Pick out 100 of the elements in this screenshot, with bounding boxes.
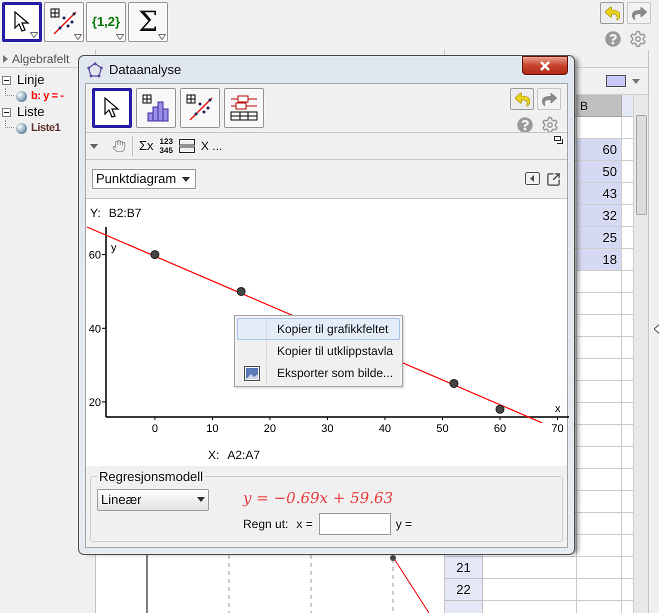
- tool-button[interactable]: [180, 88, 220, 128]
- spreadsheet-cell[interactable]: [577, 359, 622, 381]
- tree-object[interactable]: Liste1: [31, 120, 60, 136]
- spreadsheet-cell[interactable]: [622, 359, 633, 381]
- data-point: [495, 404, 504, 414]
- spreadsheet-cell[interactable]: [577, 579, 622, 601]
- spreadsheet-cell[interactable]: [622, 293, 633, 315]
- redo-button[interactable]: [627, 2, 651, 24]
- spreadsheet-cell[interactable]: [577, 425, 622, 447]
- tool-button[interactable]: [136, 88, 176, 128]
- data-toggle[interactable]: 123 345: [160, 137, 173, 155]
- collapse-panel-icon[interactable]: [525, 172, 540, 184]
- spreadsheet-cell[interactable]: [622, 315, 633, 337]
- undo-button[interactable]: [510, 88, 534, 110]
- spreadsheet-cell[interactable]: [622, 425, 633, 447]
- spreadsheet-cell[interactable]: [622, 403, 633, 425]
- export-window-icon[interactable]: [546, 172, 561, 186]
- x-tick-label: 70: [551, 423, 564, 435]
- color-swatch[interactable]: [606, 75, 626, 87]
- variable-toggle[interactable]: X ...: [200, 137, 548, 155]
- statistics-toggle[interactable]: Σx: [139, 136, 154, 156]
- spreadsheet-cell[interactable]: [577, 117, 622, 139]
- spreadsheet-cell[interactable]: [622, 381, 633, 403]
- scrollbar-thumb[interactable]: [636, 115, 647, 215]
- menu-item[interactable]: Eksporter som bilde...: [237, 362, 400, 384]
- spreadsheet-cell[interactable]: 50: [577, 161, 622, 183]
- tool-button[interactable]: [44, 2, 84, 42]
- close-button[interactable]: [522, 56, 568, 75]
- spreadsheet-cell[interactable]: [577, 469, 622, 491]
- spreadsheet-cell[interactable]: 60: [577, 139, 622, 161]
- spreadsheet-cell[interactable]: [622, 183, 633, 205]
- tree-category[interactable]: Liste: [17, 102, 44, 122]
- column-header[interactable]: [622, 95, 633, 117]
- spreadsheet-cell[interactable]: [577, 381, 622, 403]
- expand-triangle-icon[interactable]: [3, 54, 8, 62]
- restore-window-icon[interactable]: [554, 136, 563, 144]
- spreadsheet-cell[interactable]: [577, 447, 622, 469]
- column-header[interactable]: B: [577, 95, 622, 117]
- tool-button[interactable]: [92, 88, 132, 128]
- help-icon[interactable]: [517, 117, 533, 133]
- spreadsheet-cell[interactable]: [577, 315, 622, 337]
- layout-rows-icon[interactable]: [178, 139, 195, 153]
- spreadsheet-cell[interactable]: [577, 491, 622, 513]
- sum-icon: Σ: [138, 8, 158, 36]
- spreadsheet-cell[interactable]: [622, 337, 633, 359]
- collapse-arrow-icon[interactable]: [654, 324, 659, 334]
- tool-button[interactable]: [2, 2, 42, 42]
- dropdown-caret-icon[interactable]: [90, 144, 98, 148]
- spreadsheet-cell[interactable]: [577, 403, 622, 425]
- model-dropdown[interactable]: Lineær: [97, 488, 209, 510]
- x-tick-label: 0: [152, 423, 158, 435]
- menu-item[interactable]: Kopier til utklippstavla: [237, 340, 400, 362]
- menu-item[interactable]: Kopier til grafikkfeltet: [237, 318, 400, 340]
- spreadsheet-cell[interactable]: [622, 249, 633, 271]
- data-point: [449, 379, 458, 388]
- spreadsheet-cell[interactable]: [577, 271, 622, 293]
- spreadsheet-cell[interactable]: 32: [577, 205, 622, 227]
- window-title: Dataanalyse: [109, 60, 182, 79]
- spreadsheet-cell[interactable]: 18: [577, 249, 622, 271]
- spreadsheet-cell[interactable]: [577, 557, 622, 579]
- spreadsheet-cell[interactable]: 25: [577, 227, 622, 249]
- spreadsheet-cell[interactable]: [622, 271, 633, 293]
- spreadsheet-cell[interactable]: [577, 535, 622, 557]
- spreadsheet-cell[interactable]: [622, 513, 633, 535]
- help-icon[interactable]: [605, 31, 621, 47]
- tree-category[interactable]: Linje: [17, 70, 44, 90]
- spreadsheet-cell[interactable]: [483, 579, 577, 601]
- spreadsheet-cell[interactable]: [577, 337, 622, 359]
- spreadsheet-cell[interactable]: [622, 535, 633, 557]
- collapse-toggle-icon[interactable]: [2, 108, 11, 116]
- spreadsheet-cell[interactable]: [483, 557, 577, 579]
- spreadsheet-cell[interactable]: [622, 447, 633, 469]
- x-input-field[interactable]: [318, 513, 391, 535]
- dropdown-caret-icon[interactable]: [632, 78, 640, 84]
- spreadsheet-cell[interactable]: [622, 579, 633, 601]
- row-header[interactable]: 21: [445, 557, 483, 579]
- scrollbar[interactable]: [633, 95, 648, 613]
- spreadsheet-cell[interactable]: [622, 227, 633, 249]
- spreadsheet-cell[interactable]: [622, 205, 633, 227]
- axis-source-label: Y:: [90, 205, 101, 221]
- spreadsheet-cell[interactable]: [622, 139, 633, 161]
- plot-type-dropdown[interactable]: Punktdiagram: [92, 169, 196, 189]
- row-header[interactable]: 22: [445, 579, 483, 601]
- settings-icon[interactable]: [629, 30, 647, 48]
- spreadsheet-cell[interactable]: [577, 293, 622, 315]
- spreadsheet-cell[interactable]: [622, 557, 633, 579]
- tool-button[interactable]: [224, 88, 264, 128]
- tree-object[interactable]: b: y = -: [31, 88, 64, 104]
- undo-button[interactable]: [600, 2, 624, 24]
- tool-button[interactable]: Σ: [128, 2, 168, 42]
- spreadsheet-cell[interactable]: [622, 117, 633, 139]
- spreadsheet-cell[interactable]: [622, 469, 633, 491]
- redo-button[interactable]: [537, 88, 561, 110]
- spreadsheet-cell[interactable]: [622, 491, 633, 513]
- hand-icon[interactable]: [112, 139, 126, 153]
- spreadsheet-cell[interactable]: [577, 513, 622, 535]
- tool-button[interactable]: {1,2}: [86, 2, 126, 42]
- spreadsheet-cell[interactable]: [622, 161, 633, 183]
- collapse-toggle-icon[interactable]: [2, 76, 11, 84]
- spreadsheet-cell[interactable]: 43: [577, 183, 622, 205]
